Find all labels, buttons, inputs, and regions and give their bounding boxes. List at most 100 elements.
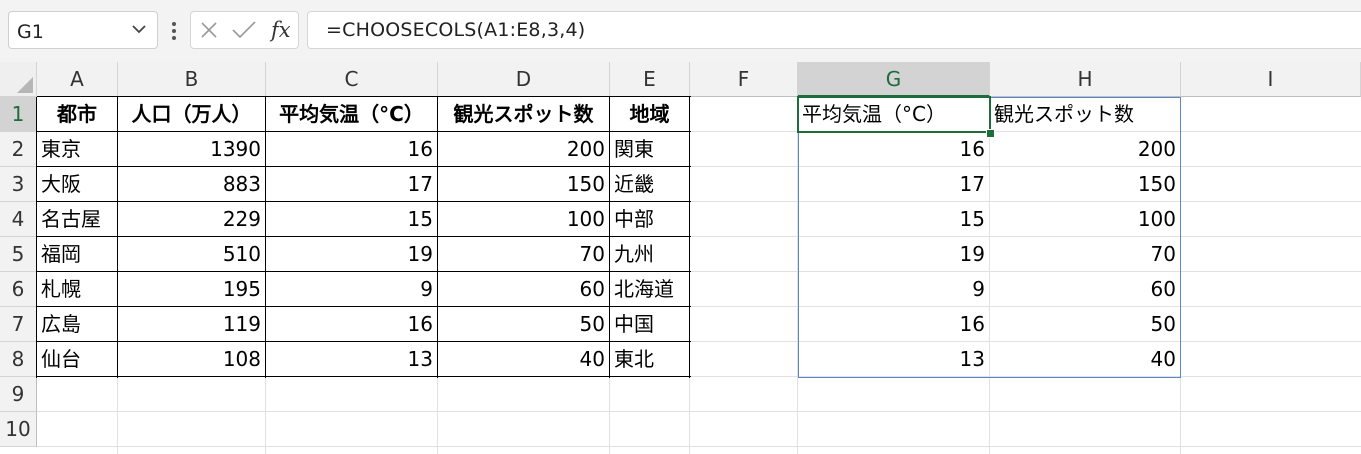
table-cell[interactable]: 50 (438, 307, 609, 342)
insert-function-icon[interactable]: fx (271, 18, 291, 42)
table-border-horizontal (37, 271, 691, 272)
table-cell[interactable]: 108 (118, 342, 265, 377)
spill-header-cell[interactable]: 平均気温（°C） (798, 97, 989, 132)
row-header-6[interactable]: 6 (0, 272, 37, 307)
name-box-value: G1 (17, 21, 44, 43)
table-border-vertical (437, 97, 438, 378)
table-cell[interactable]: 510 (118, 237, 265, 272)
table-border-vertical (609, 97, 610, 378)
spill-header-cell[interactable]: 観光スポット数 (990, 97, 1180, 132)
table-header-cell[interactable]: 平均気温（°C） (266, 97, 437, 132)
gridline-horizontal (37, 446, 1361, 447)
table-border-vertical (265, 97, 266, 378)
spill-cell[interactable]: 200 (990, 132, 1180, 167)
spill-cell[interactable]: 17 (798, 167, 989, 202)
table-cell[interactable]: 東北 (610, 342, 689, 377)
table-cell[interactable]: 近畿 (610, 167, 689, 202)
formula-input[interactable]: =CHOOSECOLS(A1:E8,3,4) (307, 11, 1361, 49)
more-options-icon[interactable] (167, 18, 181, 44)
table-cell[interactable]: 中部 (610, 202, 689, 237)
table-cell[interactable]: 150 (438, 167, 609, 202)
column-header-h[interactable]: H (990, 62, 1181, 97)
spill-cell[interactable]: 70 (990, 237, 1180, 272)
spill-cell[interactable]: 13 (798, 342, 989, 377)
column-header-b[interactable]: B (118, 62, 266, 97)
table-cell[interactable]: 1390 (118, 132, 265, 167)
row-header-5[interactable]: 5 (0, 237, 37, 272)
column-header-i[interactable]: I (1181, 62, 1361, 97)
spill-cell[interactable]: 9 (798, 272, 989, 307)
table-cell[interactable]: 東京 (37, 132, 117, 167)
table-cell[interactable]: 北海道 (610, 272, 689, 307)
table-header-cell[interactable]: 人口（万人） (118, 97, 265, 132)
row-header-2[interactable]: 2 (0, 132, 37, 167)
spill-cell[interactable]: 150 (990, 167, 1180, 202)
formula-text: =CHOOSECOLS(A1:E8,3,4) (326, 19, 586, 41)
table-cell[interactable]: 17 (266, 167, 437, 202)
row-header-9[interactable]: 9 (0, 377, 37, 412)
row-header-4[interactable]: 4 (0, 202, 37, 237)
select-all-button[interactable] (0, 62, 37, 97)
column-header-d[interactable]: D (438, 62, 610, 97)
select-all-triangle-icon (17, 77, 33, 93)
table-cell[interactable]: 70 (438, 237, 609, 272)
table-cell[interactable]: 119 (118, 307, 265, 342)
row-header-7[interactable]: 7 (0, 307, 37, 342)
table-header-cell[interactable]: 観光スポット数 (438, 97, 609, 132)
spill-cell[interactable]: 60 (990, 272, 1180, 307)
formula-buttons: fx (190, 11, 299, 49)
table-header-cell[interactable]: 都市 (37, 97, 117, 132)
table-cell[interactable]: 40 (438, 342, 609, 377)
row-header-1[interactable]: 1 (0, 97, 37, 132)
chevron-down-icon[interactable] (131, 23, 147, 35)
table-cell[interactable]: 大阪 (37, 167, 117, 202)
spill-cell[interactable]: 100 (990, 202, 1180, 237)
spill-cell[interactable]: 16 (798, 132, 989, 167)
table-cell[interactable]: 883 (118, 167, 265, 202)
table-cell[interactable]: 福岡 (37, 237, 117, 272)
table-cell[interactable]: 200 (438, 132, 609, 167)
table-cell[interactable]: 60 (438, 272, 609, 307)
table-border-horizontal (37, 96, 691, 97)
spill-cell[interactable]: 15 (798, 202, 989, 237)
table-header-cell[interactable]: 地域 (610, 97, 689, 132)
table-cell[interactable]: 中国 (610, 307, 689, 342)
cancel-icon[interactable] (199, 20, 219, 40)
name-box[interactable]: G1 (8, 11, 158, 49)
fill-handle[interactable] (986, 129, 995, 138)
table-border-horizontal (37, 236, 691, 237)
table-cell[interactable]: 16 (266, 307, 437, 342)
table-cell[interactable]: 9 (266, 272, 437, 307)
table-cell[interactable]: 名古屋 (37, 202, 117, 237)
column-header-e[interactable]: E (610, 62, 690, 97)
spill-cell[interactable]: 16 (798, 307, 989, 342)
enter-check-icon[interactable] (231, 20, 257, 40)
table-cell[interactable]: 100 (438, 202, 609, 237)
table-cell[interactable]: 16 (266, 132, 437, 167)
formula-bar: G1 fx =CHOOSECOLS(A1:E8,3,4) (0, 0, 1361, 62)
table-cell[interactable]: 広島 (37, 307, 117, 342)
table-border-horizontal (37, 201, 691, 202)
table-border-vertical (36, 97, 37, 378)
spill-cell[interactable]: 50 (990, 307, 1180, 342)
row-header-8[interactable]: 8 (0, 342, 37, 377)
row-header-3[interactable]: 3 (0, 167, 37, 202)
spill-cell[interactable]: 40 (990, 342, 1180, 377)
spill-cell[interactable]: 19 (798, 237, 989, 272)
table-cell[interactable]: 19 (266, 237, 437, 272)
table-cell[interactable]: 札幌 (37, 272, 117, 307)
table-border-horizontal (37, 376, 691, 377)
table-cell[interactable]: 九州 (610, 237, 689, 272)
column-header-f[interactable]: F (690, 62, 798, 97)
column-header-g[interactable]: G (798, 62, 990, 97)
table-cell[interactable]: 13 (266, 342, 437, 377)
column-header-a[interactable]: A (37, 62, 118, 97)
table-cell[interactable]: 195 (118, 272, 265, 307)
table-border-vertical (117, 97, 118, 378)
table-cell[interactable]: 15 (266, 202, 437, 237)
row-header-10[interactable]: 10 (0, 412, 37, 447)
table-cell[interactable]: 関東 (610, 132, 689, 167)
column-header-c[interactable]: C (266, 62, 438, 97)
table-cell[interactable]: 229 (118, 202, 265, 237)
table-cell[interactable]: 仙台 (37, 342, 117, 377)
